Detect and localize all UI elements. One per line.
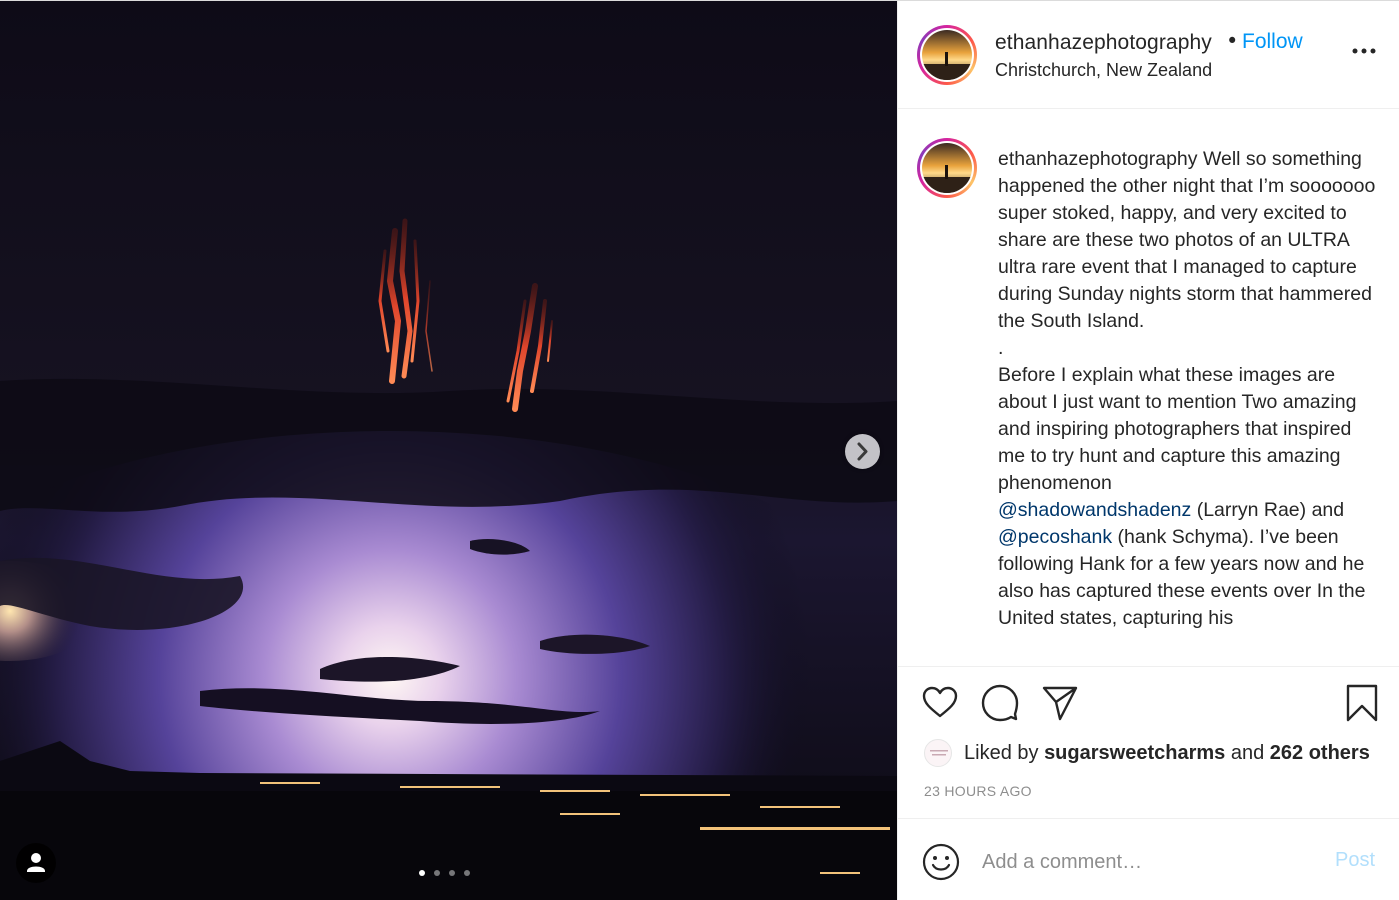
likes-summary: Liked by sugarsweetcharms and 262 others — [924, 737, 1370, 769]
comment-composer: Post — [898, 818, 1399, 900]
next-slide-button[interactable] — [845, 434, 880, 469]
post-media[interactable] — [0, 1, 897, 900]
profile-avatar[interactable] — [917, 25, 977, 85]
caption-section: ethanhazephotography Well so something h… — [898, 109, 1399, 667]
caption-paragraph-1: Well so something happened the other nig… — [998, 148, 1381, 332]
carousel-dot-active — [419, 870, 425, 876]
follow-button[interactable]: Follow — [1242, 30, 1303, 54]
post-side-panel: ethanhazephotography • Follow Christchur… — [897, 1, 1399, 900]
user-icon — [27, 853, 45, 872]
likes-count[interactable]: 262 others — [1270, 742, 1370, 765]
caption-text: ethanhazephotography Well so something h… — [998, 146, 1378, 632]
post-location[interactable]: Christchurch, New Zealand — [995, 60, 1212, 81]
caption-text-3: (Larryn Rae) and — [1191, 499, 1345, 521]
bookmark-icon[interactable] — [1342, 683, 1382, 723]
carousel-dot — [434, 870, 440, 876]
comment-input[interactable] — [982, 845, 1312, 879]
emoji-icon[interactable] — [922, 843, 960, 881]
liker-avatar[interactable] — [924, 739, 952, 767]
likes-conjunction: and — [1230, 741, 1265, 764]
mention-link[interactable]: @shadowandshadenz — [998, 499, 1191, 521]
caption-paragraph-2: Before I explain what these images are a… — [998, 364, 1362, 494]
tagged-users-button[interactable] — [16, 843, 56, 883]
post-timestamp[interactable]: 23 HOURS AGO — [924, 783, 1032, 799]
header-separator: • — [1226, 29, 1239, 53]
carousel-dot — [464, 870, 470, 876]
avatar-image — [922, 143, 972, 193]
post-photo — [0, 1, 897, 900]
post-actions: Liked by sugarsweetcharms and 262 others… — [898, 667, 1399, 817]
carousel-dot — [449, 870, 455, 876]
heart-icon[interactable] — [920, 683, 960, 723]
caption-username[interactable]: ethanhazephotography — [998, 148, 1198, 170]
chevron-right-icon — [857, 442, 868, 461]
share-icon[interactable] — [1040, 683, 1080, 723]
avatar-image — [922, 30, 972, 80]
carousel-indicator — [419, 870, 470, 880]
caption-avatar[interactable] — [917, 138, 977, 198]
comment-icon[interactable] — [980, 683, 1020, 723]
mention-link[interactable]: @pecoshank — [998, 526, 1112, 548]
instagram-post-view: ethanhazephotography • Follow Christchur… — [0, 0, 1399, 900]
liker-username[interactable]: sugarsweetcharms — [1044, 742, 1225, 765]
post-header: ethanhazephotography • Follow Christchur… — [898, 1, 1399, 109]
caption-dot: . — [998, 337, 1004, 359]
more-options-icon[interactable] — [1352, 45, 1376, 57]
header-username[interactable]: ethanhazephotography — [995, 31, 1212, 55]
post-comment-button[interactable]: Post — [1335, 849, 1375, 872]
likes-prefix: Liked by — [964, 741, 1039, 764]
